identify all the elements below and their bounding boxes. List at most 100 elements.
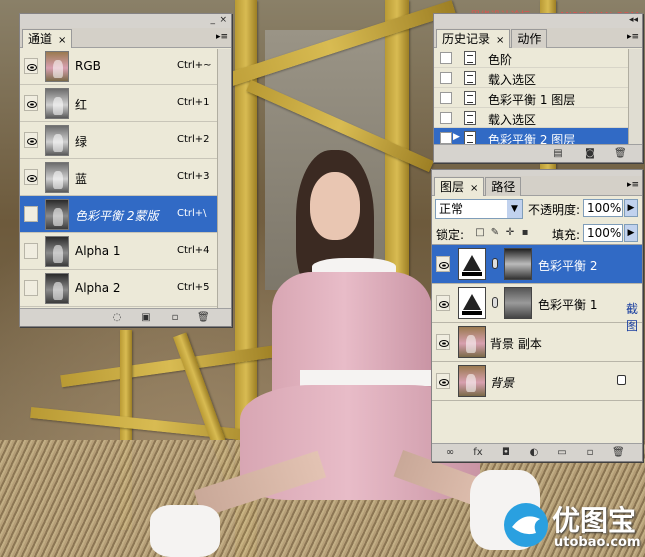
channel-row[interactable]: 红 Ctrl+1 (20, 85, 231, 122)
layer-mask-thumbnail[interactable] (504, 248, 532, 280)
link-layers-icon[interactable]: ∞ (444, 447, 456, 458)
channel-row[interactable]: Alpha 1 Ctrl+4 (20, 233, 231, 270)
panel-menu-icon[interactable]: ▸≡ (627, 179, 639, 191)
close-tab-icon[interactable]: × (496, 35, 504, 46)
panel-titlebar[interactable]: _ × (20, 14, 231, 28)
history-item[interactable]: 载入选区 (434, 108, 642, 128)
history-source-checkbox[interactable] (440, 52, 452, 64)
adjustment-thumbnail[interactable] (458, 248, 486, 280)
visibility-eye-icon[interactable] (436, 334, 450, 350)
mask-link-icon[interactable] (492, 297, 498, 308)
tab-history[interactable]: 历史记录 × (436, 29, 511, 48)
channel-shortcut: Ctrl+~ (177, 60, 212, 71)
layer-list: 色彩平衡 2 色彩平衡 1 背景 副本 背景 (432, 245, 642, 401)
tab-label: 图层 (440, 180, 465, 194)
adjustment-thumbnail[interactable] (458, 287, 486, 319)
history-source-checkbox[interactable] (440, 92, 452, 104)
layer-row[interactable]: 背景 (432, 362, 642, 401)
fill-input[interactable]: 100% (583, 224, 623, 242)
layer-name: 色彩平衡 2 (538, 259, 598, 273)
trash-icon[interactable]: 🗑 (197, 312, 210, 323)
channel-row[interactable]: RGB Ctrl+~ (20, 48, 231, 85)
utobao-logo: 优图宝 utobao.com (502, 497, 642, 553)
lock-label: 锁定: (436, 228, 465, 242)
tab-paths[interactable]: 路径 (485, 177, 522, 196)
panel-menu-icon[interactable]: ▸≡ (216, 31, 228, 43)
lock-pixels-icon[interactable]: ✎ (489, 227, 501, 238)
visibility-eye-icon[interactable] (24, 58, 38, 74)
chevron-down-icon[interactable]: ▼ (507, 200, 522, 218)
channel-thumbnail (45, 88, 69, 119)
history-step-icon (464, 71, 476, 85)
tab-layers[interactable]: 图层 × (434, 177, 485, 196)
channel-name: Alpha 2 (75, 281, 121, 295)
opacity-arrow-icon[interactable]: ▶ (624, 199, 638, 217)
channel-row[interactable]: 蓝 Ctrl+3 (20, 159, 231, 196)
panel-titlebar[interactable]: ◂◂ (434, 14, 642, 28)
lock-position-icon[interactable]: ✛ (504, 227, 516, 238)
new-group-icon[interactable]: ▭ (556, 447, 568, 458)
adjustment-layer-icon[interactable]: ◐ (528, 447, 540, 458)
layer-style-icon[interactable]: fx (472, 447, 484, 458)
channel-name: Alpha 1 (75, 244, 121, 258)
collapse-icon[interactable]: ◂◂ (629, 14, 638, 26)
history-item[interactable]: 色阶 (434, 48, 642, 68)
visibility-eye-icon[interactable] (24, 206, 38, 222)
layer-row[interactable]: 色彩平衡 2 (432, 245, 642, 284)
close-tab-icon[interactable]: × (58, 35, 66, 46)
panel-menu-icon[interactable]: ▸≡ (627, 31, 639, 43)
channel-row[interactable]: 色彩平衡 2蒙版 Ctrl+\ (20, 196, 231, 233)
history-item[interactable]: 色彩平衡 1 图层 (434, 88, 642, 108)
channel-name: 绿 (75, 135, 88, 149)
lock-transparency-icon[interactable]: □ (474, 227, 486, 238)
add-mask-icon[interactable]: ◘ (500, 447, 512, 458)
channel-thumbnail (45, 125, 69, 156)
layer-mask-thumbnail[interactable] (504, 287, 532, 319)
visibility-eye-icon[interactable] (24, 169, 38, 185)
visibility-eye-icon[interactable] (436, 295, 450, 311)
history-source-checkbox[interactable] (440, 72, 452, 84)
logo-domain: utobao.com (554, 535, 641, 550)
load-selection-icon[interactable]: ◌ (111, 312, 123, 323)
channel-row[interactable]: 绿 Ctrl+2 (20, 122, 231, 159)
minimize-icon[interactable]: _ (211, 14, 216, 26)
visibility-eye-icon[interactable] (436, 373, 450, 389)
visibility-eye-icon[interactable] (436, 256, 450, 272)
new-document-icon[interactable]: ▤ (552, 148, 564, 159)
new-channel-icon[interactable]: ▫ (169, 312, 181, 323)
lock-row: 锁定: □ ✎ ✛ ▪ 填充: 100% ▶ (432, 222, 642, 245)
close-icon[interactable]: × (219, 14, 227, 26)
scrollbar[interactable] (217, 49, 231, 309)
snapshot-icon[interactable]: ◙ (584, 148, 596, 159)
new-layer-icon[interactable]: ▫ (584, 447, 596, 458)
history-source-checkbox[interactable] (440, 132, 452, 144)
channel-thumbnail (45, 273, 69, 304)
history-source-checkbox[interactable] (440, 112, 452, 124)
mask-link-icon[interactable] (492, 258, 498, 269)
scrollbar[interactable] (628, 49, 642, 146)
lock-all-icon[interactable]: ▪ (519, 227, 531, 238)
trash-icon[interactable]: 🗑 (612, 447, 625, 458)
visibility-eye-icon[interactable] (24, 243, 38, 259)
tab-actions[interactable]: 动作 (511, 29, 548, 48)
tab-label: 动作 (517, 32, 542, 46)
layer-thumbnail[interactable] (458, 365, 486, 397)
tab-channels[interactable]: 通道 × (22, 29, 73, 48)
layer-row[interactable]: 色彩平衡 1 (432, 284, 642, 323)
tab-label: 路径 (491, 180, 516, 194)
opacity-input[interactable]: 100% (583, 199, 623, 217)
layer-thumbnail[interactable] (458, 326, 486, 358)
save-selection-icon[interactable]: ▣ (140, 312, 152, 323)
history-step-icon (464, 111, 476, 125)
channel-row[interactable]: Alpha 2 Ctrl+5 (20, 270, 231, 307)
close-tab-icon[interactable]: × (470, 183, 478, 194)
visibility-eye-icon[interactable] (24, 95, 38, 111)
history-item[interactable]: 载入选区 (434, 68, 642, 88)
blend-mode-select[interactable]: 正常 ▼ (435, 199, 523, 219)
side-label: 截图 (626, 302, 639, 333)
visibility-eye-icon[interactable] (24, 280, 38, 296)
layer-row[interactable]: 背景 副本 (432, 323, 642, 362)
fill-arrow-icon[interactable]: ▶ (624, 224, 638, 242)
visibility-eye-icon[interactable] (24, 132, 38, 148)
trash-icon[interactable]: 🗑 (614, 148, 627, 159)
